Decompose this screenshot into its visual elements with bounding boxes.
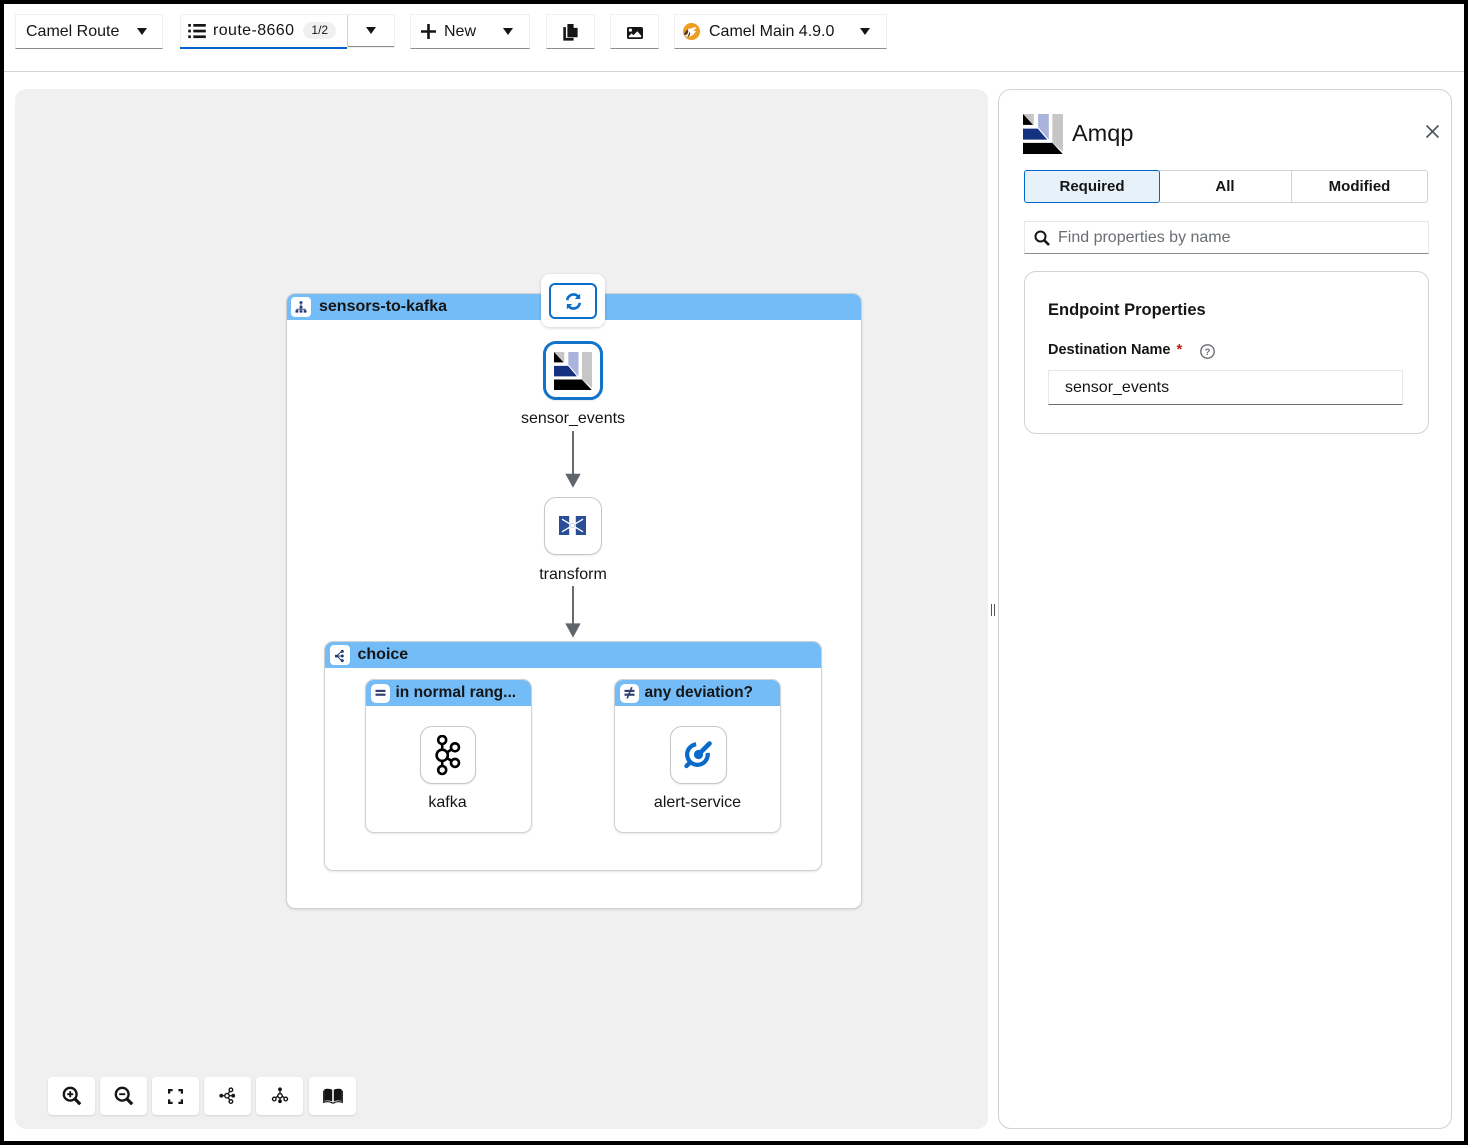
svg-text:?: ? [1205, 347, 1211, 358]
